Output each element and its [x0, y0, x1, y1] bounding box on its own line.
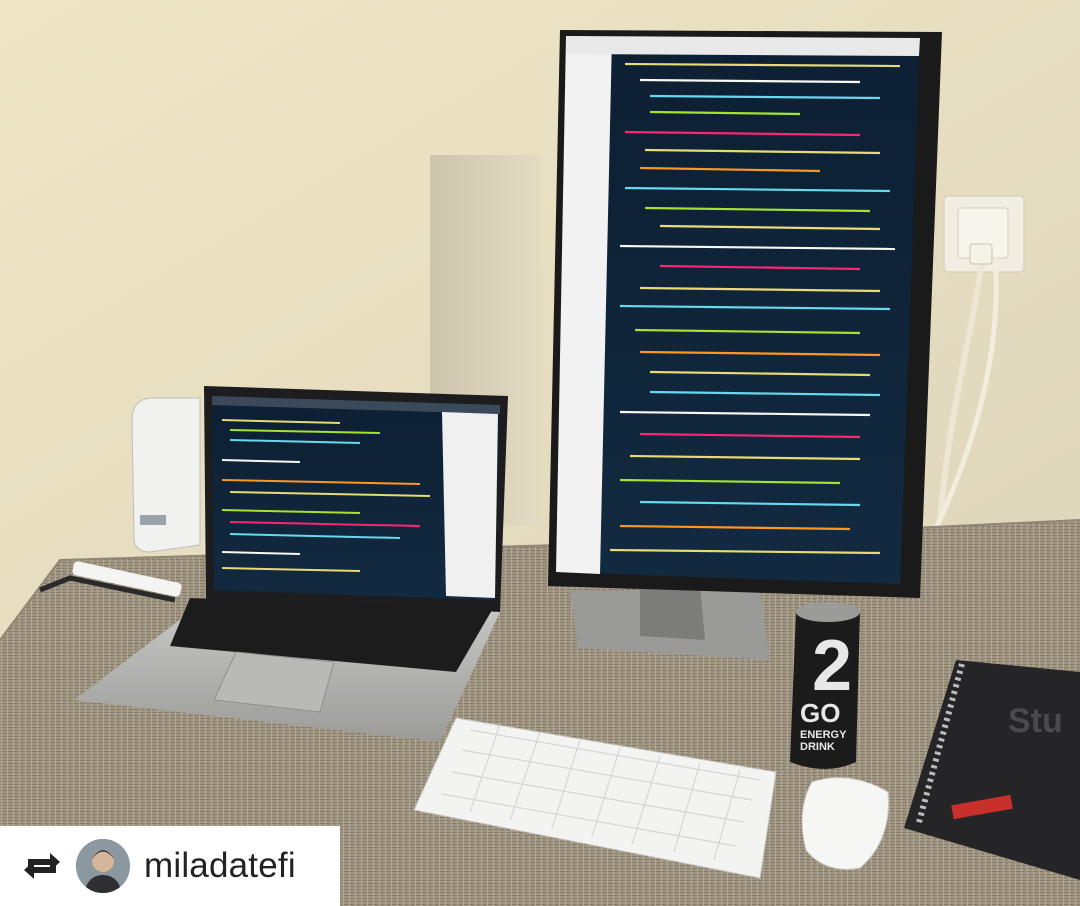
external-hard-drive [131, 397, 201, 553]
username[interactable]: miladatefi [144, 846, 296, 886]
energy-drink-can: 2 GO ENERGY DRINK [790, 602, 860, 769]
can-tagline-2: DRINK [800, 741, 835, 753]
monitor-screen [556, 36, 920, 584]
can-tagline-1: ENERGY [800, 729, 847, 741]
desk-photo: 2 GO ENERGY DRINK Stu [0, 0, 1080, 906]
monitor [548, 30, 942, 660]
repost-icon [16, 848, 68, 884]
notebook-title: Stu [1008, 702, 1063, 740]
avatar[interactable] [76, 839, 130, 893]
can-number: 2 [812, 626, 852, 706]
can-brand: GO [800, 698, 840, 728]
repost-badge: miladatefi [0, 826, 340, 906]
